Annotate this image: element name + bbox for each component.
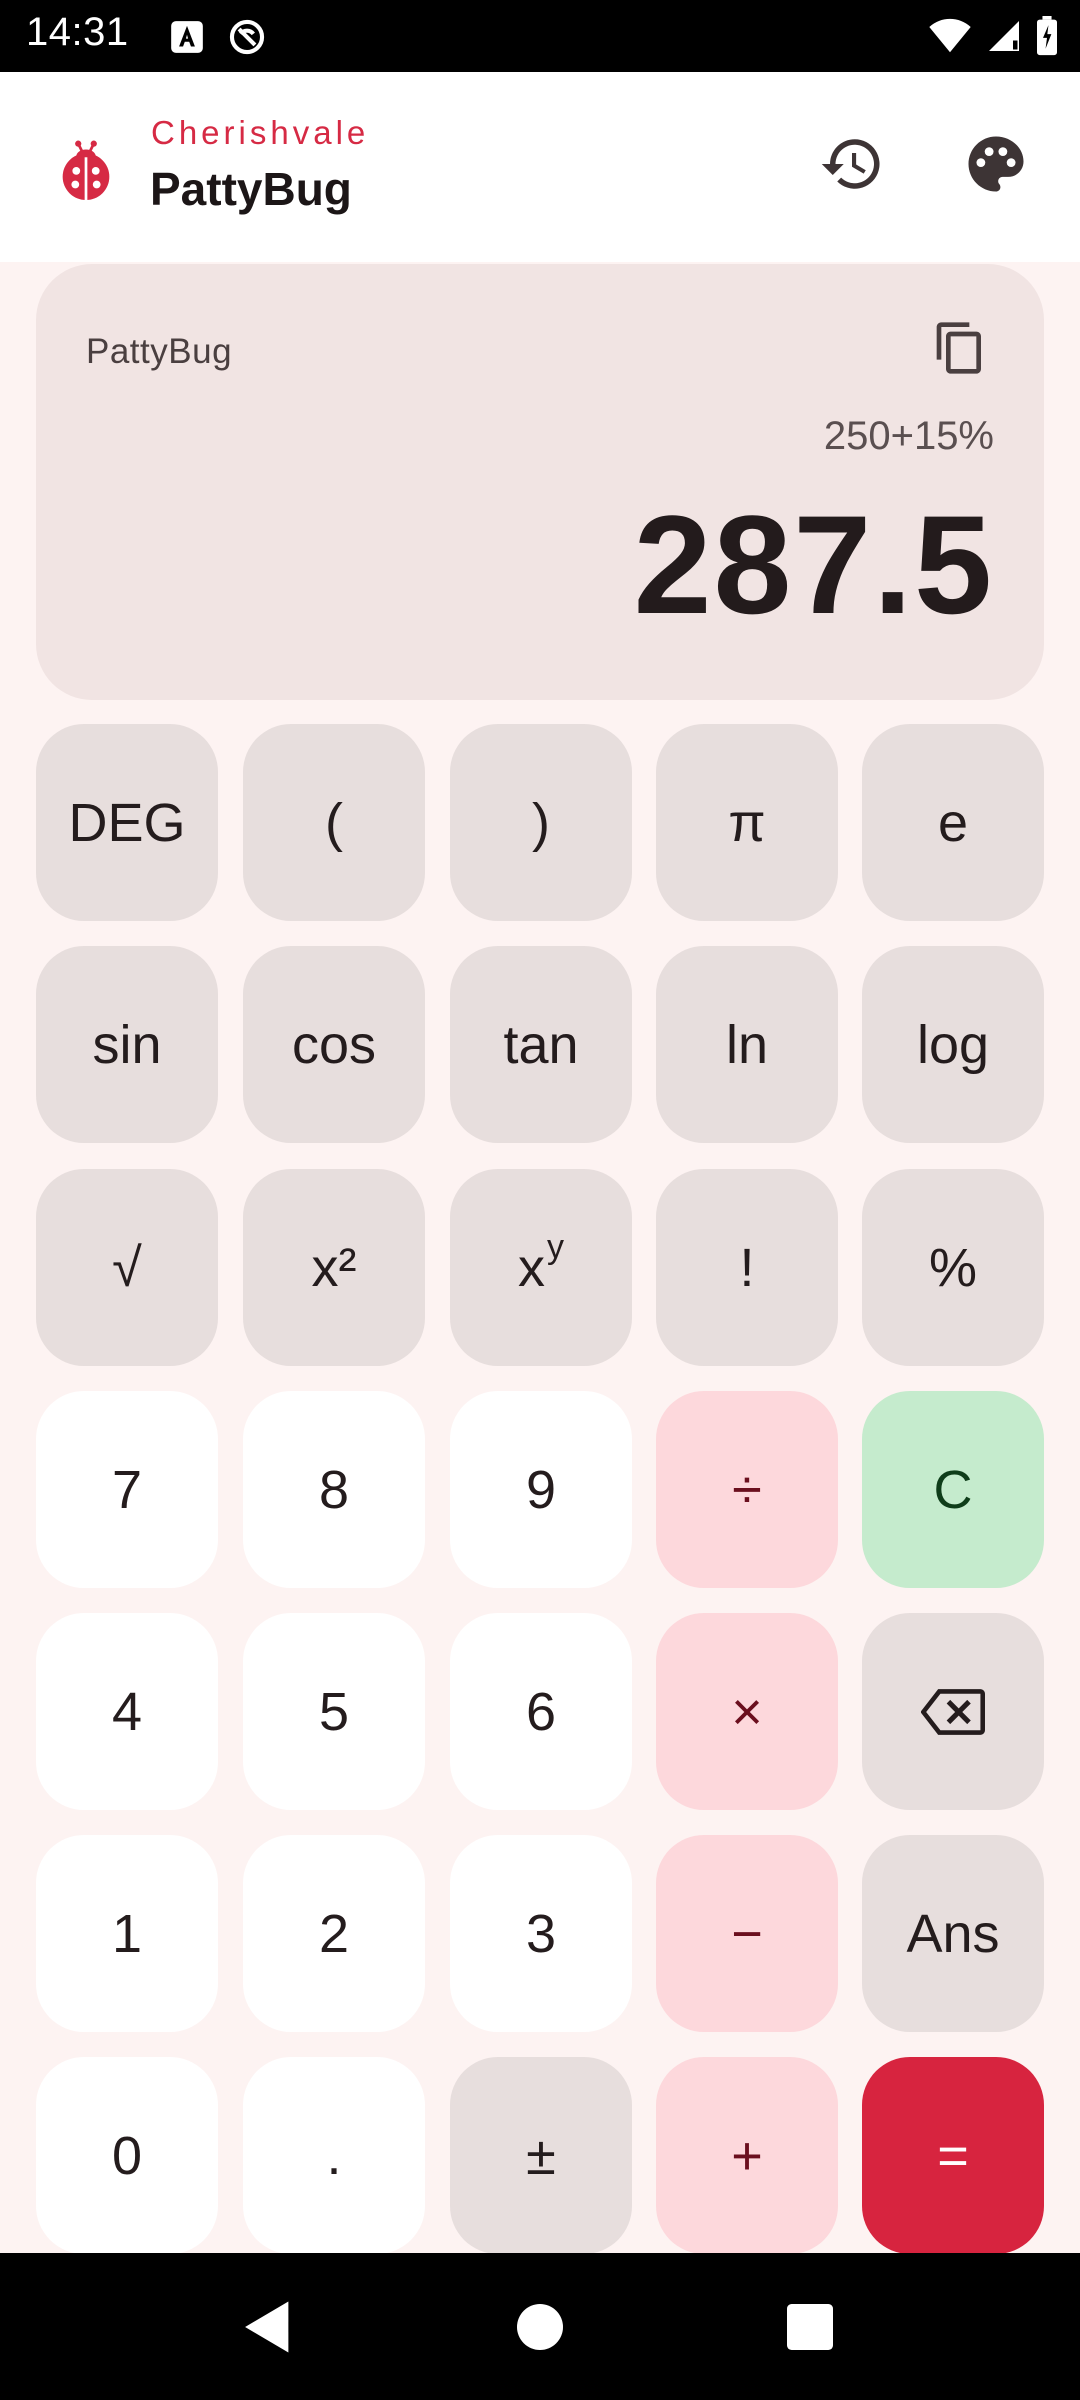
euler-key[interactable]: e [862,724,1044,921]
ladybug-logo-icon [62,140,110,201]
digit-0-key[interactable]: 0 [36,2057,218,2254]
backspace-icon [921,1688,985,1735]
cellular-signal-icon [989,21,1019,51]
palette-icon [968,136,1024,192]
display-card: PattyBug 250+15% 287.5 [36,264,1044,700]
close-paren-key[interactable]: ) [450,724,632,921]
display-label: PattyBug [86,332,233,371]
brand-name: Cherishvale [151,114,370,151]
backspace-key[interactable] [862,1613,1044,1810]
ln-key[interactable]: ln [656,946,838,1143]
digit-1-key[interactable]: 1 [36,1835,218,2032]
do-not-disturb-icon [229,19,265,55]
digit-6-key[interactable]: 6 [450,1613,632,1810]
decimal-key[interactable]: . [243,2057,425,2254]
cos-key[interactable]: cos [243,946,425,1143]
multiply-key[interactable]: × [656,1613,838,1810]
result-text: 287.5 [633,486,994,643]
equals-key[interactable]: = [862,2057,1044,2254]
copy-icon [936,322,981,374]
app-title: PattyBug [150,163,352,215]
deg-key[interactable]: DEG [36,724,218,921]
plus-key[interactable]: + [656,2057,838,2254]
history-icon [821,139,880,189]
digit-9-key[interactable]: 9 [450,1391,632,1588]
power-key-exponent: y [547,1228,564,1266]
clear-key[interactable]: C [862,1391,1044,1588]
digit-3-key[interactable]: 3 [450,1835,632,2032]
expression-text: 250+15% [823,414,994,458]
log-key[interactable]: log [862,946,1044,1143]
status-icons [928,14,1058,58]
sqrt-key[interactable]: √ [36,1169,218,1366]
sin-key[interactable]: sin [36,946,218,1143]
navigation-bar [0,2253,1080,2400]
recents-square-icon [787,2304,833,2350]
back-button[interactable] [238,2297,298,2357]
home-button[interactable] [510,2297,570,2357]
back-triangle-icon [245,2301,289,2353]
plus-minus-key[interactable]: ± [450,2057,632,2254]
app-bar: Cherishvale PattyBug [0,72,1080,262]
power-key[interactable]: xy [450,1169,632,1366]
digit-4-key[interactable]: 4 [36,1613,218,1810]
copy-button[interactable] [928,316,992,380]
minus-key[interactable]: − [656,1835,838,2032]
pi-key[interactable]: π [656,724,838,921]
power-key-base: x [518,1237,545,1298]
digit-7-key[interactable]: 7 [36,1391,218,1588]
factorial-key[interactable]: ! [656,1169,838,1366]
recents-button[interactable] [780,2297,840,2357]
status-bar: 14:31 [0,0,1080,72]
percent-key[interactable]: % [862,1169,1044,1366]
divide-key[interactable]: ÷ [656,1391,838,1588]
digit-5-key[interactable]: 5 [243,1613,425,1810]
tan-key[interactable]: tan [450,946,632,1143]
ans-key[interactable]: Ans [862,1835,1044,2032]
status-time: 14:31 [26,10,129,54]
home-circle-icon [517,2304,563,2350]
digit-8-key[interactable]: 8 [243,1391,425,1588]
digit-2-key[interactable]: 2 [243,1835,425,2032]
battery-icon [1037,16,1057,56]
notification-a-icon [171,21,203,53]
wifi-icon [929,18,971,53]
theme-palette-button[interactable] [956,124,1036,204]
history-button[interactable] [812,124,892,204]
square-key[interactable]: x² [243,1169,425,1366]
open-paren-key[interactable]: ( [243,724,425,921]
